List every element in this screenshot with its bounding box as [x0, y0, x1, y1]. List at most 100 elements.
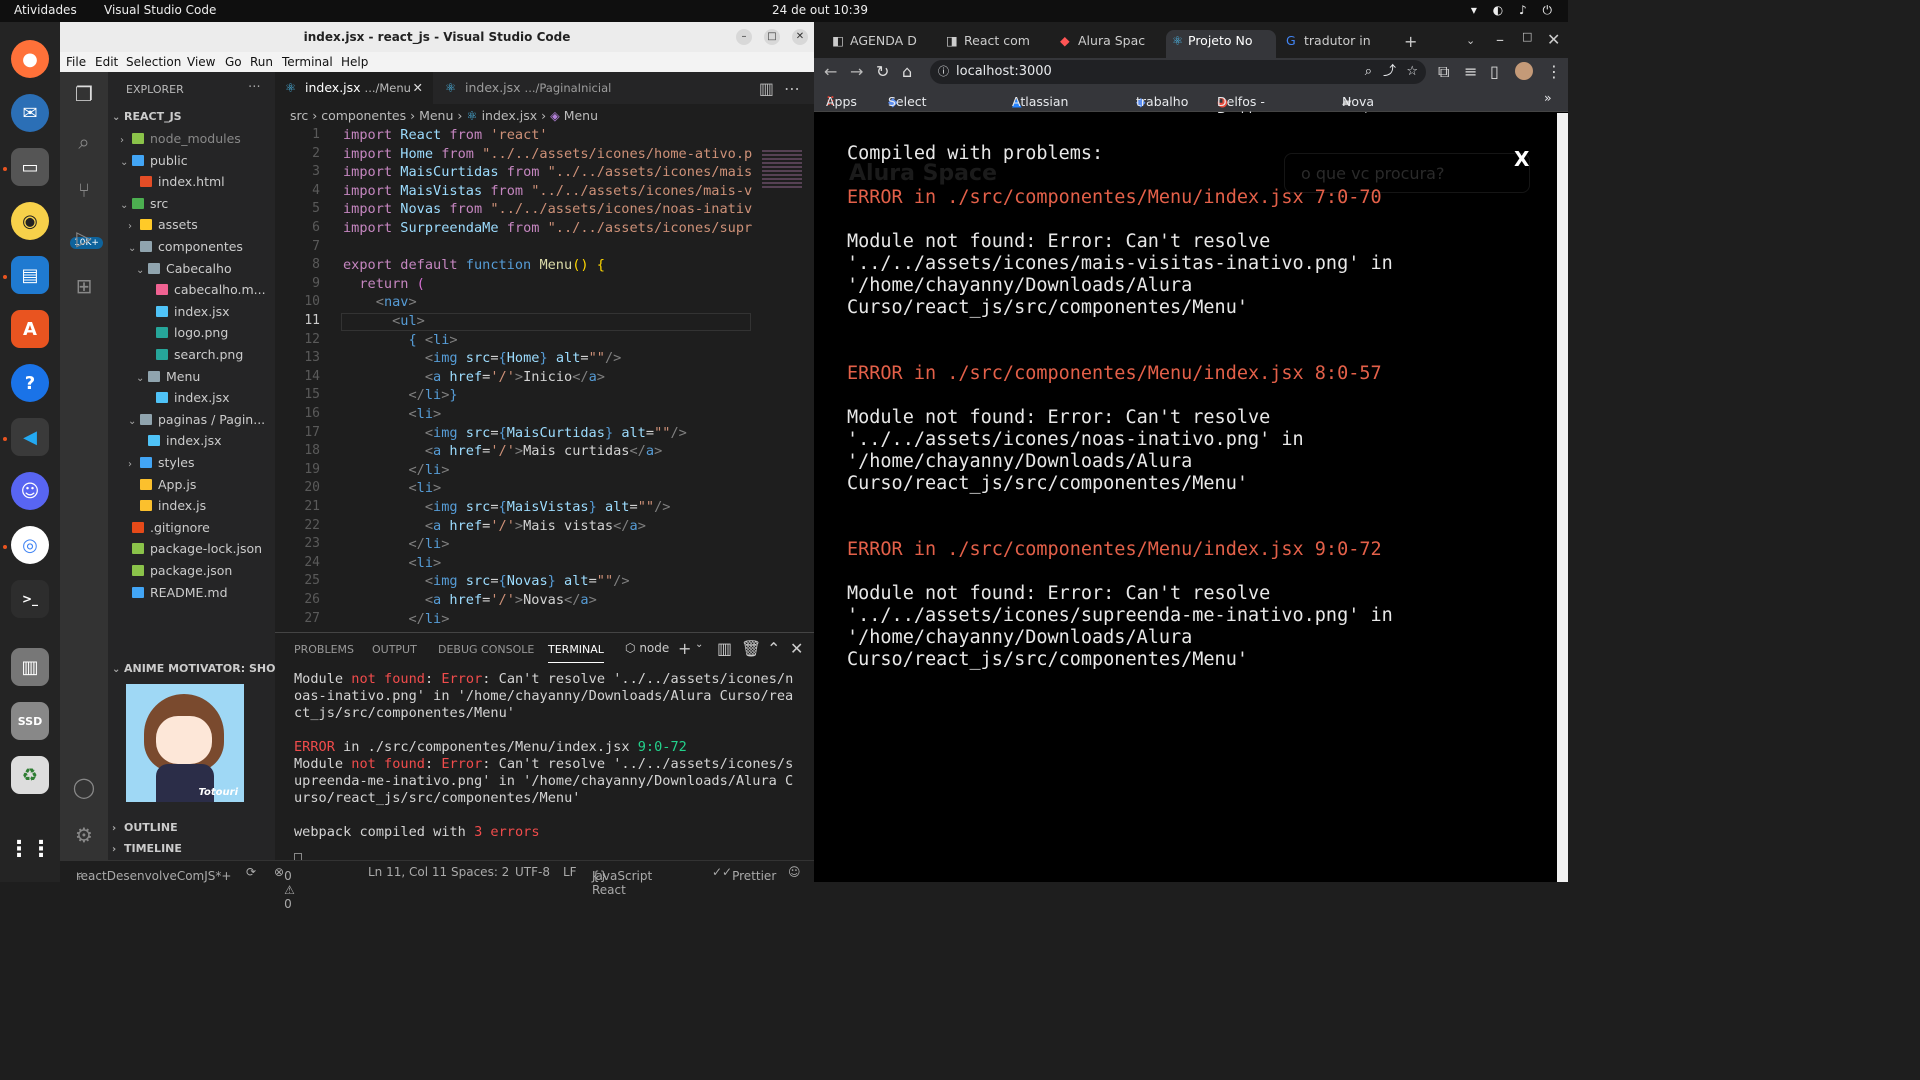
page-scrollbar[interactable]: [1557, 113, 1568, 882]
tree-folder[interactable]: ⌄ paginas / Pagin...: [128, 410, 265, 430]
split-editor-icon[interactable]: ▥: [759, 79, 774, 98]
terminal-shell-selector[interactable]: ⬡ node: [625, 641, 669, 655]
tree-file[interactable]: logo.png: [144, 323, 228, 343]
indentation[interactable]: Spaces: 2: [451, 865, 509, 879]
tree-file[interactable]: index.js: [128, 496, 206, 516]
tree-file[interactable]: README.md: [120, 583, 228, 603]
extensions-icon[interactable]: ⧉: [1438, 62, 1449, 82]
panel-tab-debug-console[interactable]: DEBUG CONSOLE: [438, 643, 534, 656]
tree-file[interactable]: index.html: [128, 172, 225, 192]
split-terminal-icon[interactable]: ▥: [717, 639, 732, 658]
more-bookmarks-icon[interactable]: »: [1544, 90, 1552, 105]
menu-go[interactable]: Go: [225, 55, 242, 69]
system-tray[interactable]: ▾ ◐ ♪ ⏻: [1471, 3, 1558, 18]
tree-file[interactable]: index.jsx: [144, 302, 230, 322]
software-icon[interactable]: A: [11, 310, 49, 348]
close-tab-icon[interactable]: ✕: [413, 72, 423, 104]
breadcrumb-symbol[interactable]: Menu: [564, 108, 598, 123]
close-panel-icon[interactable]: ✕: [790, 639, 803, 658]
account-icon[interactable]: ◯: [72, 775, 96, 799]
feedback-icon[interactable]: ☺: [788, 865, 801, 879]
terminal-icon[interactable]: >_: [11, 580, 49, 618]
run-debug-icon[interactable]: ▷: [72, 226, 96, 250]
breadcrumb-componentes[interactable]: componentes: [321, 108, 406, 123]
new-terminal-icon[interactable]: +: [678, 639, 691, 658]
forward-icon[interactable]: →: [850, 62, 863, 81]
avatar[interactable]: [1515, 62, 1533, 80]
browser-tab-tradutor[interactable]: Gtradutor in: [1282, 30, 1386, 58]
tree-folder[interactable]: ⌄ componentes: [128, 237, 243, 257]
reading-list-icon[interactable]: ≡: [1464, 62, 1477, 81]
browser-tab-agenda[interactable]: ◧ AGENDA D: [828, 30, 932, 58]
side-panel-icon[interactable]: ▯: [1490, 62, 1499, 81]
drive-icon[interactable]: ▥: [11, 648, 49, 686]
thunderbird-icon[interactable]: ✉: [11, 94, 49, 132]
share-icon[interactable]: ⤴: [1383, 60, 1396, 84]
timeline-section[interactable]: › TIMELINE: [112, 839, 182, 859]
reload-icon[interactable]: ↻: [876, 62, 889, 81]
panel-tab-terminal[interactable]: TERMINAL: [548, 643, 604, 663]
trash-icon[interactable]: 🗑: [741, 639, 761, 658]
close-icon[interactable]: ✕: [1547, 30, 1560, 49]
tree-folder[interactable]: ⌄ Menu: [136, 367, 200, 387]
menu-terminal[interactable]: Terminal: [282, 55, 333, 69]
more-actions-icon[interactable]: ⋯: [248, 78, 261, 93]
trash-icon[interactable]: ♻: [11, 756, 49, 794]
close-overlay-button[interactable]: X: [1514, 147, 1529, 171]
panel-tab-output[interactable]: OUTPUT: [372, 643, 417, 656]
tree-folder[interactable]: ⌄ Cabecalho: [136, 259, 232, 279]
active-app-name[interactable]: Visual Studio Code: [104, 3, 216, 17]
maximize-icon[interactable]: □: [764, 29, 780, 45]
tree-file[interactable]: index.jsx: [136, 431, 222, 451]
breadcrumb-file[interactable]: index.jsx: [482, 108, 538, 123]
menu-edit[interactable]: Edit: [95, 55, 118, 69]
tree-file[interactable]: index.jsx: [144, 388, 230, 408]
encoding[interactable]: UTF-8: [515, 865, 550, 879]
tree-folder[interactable]: › node_modules: [120, 129, 241, 149]
menu-file[interactable]: File: [66, 55, 86, 69]
maximize-panel-icon[interactable]: ⌃: [767, 639, 780, 658]
workspace-root[interactable]: ⌄ REACT_JS: [112, 107, 182, 127]
rhythmbox-icon[interactable]: ◉: [11, 202, 49, 240]
activities-button[interactable]: Atividades: [14, 3, 77, 17]
settings-gear-icon[interactable]: ⚙: [72, 823, 96, 847]
zoom-icon[interactable]: ⌕: [1365, 60, 1372, 84]
search-icon[interactable]: ⌕: [72, 130, 96, 154]
firefox-icon[interactable]: ●: [11, 40, 49, 78]
files-icon[interactable]: ▭: [11, 148, 49, 186]
tree-file[interactable]: App.js: [128, 475, 196, 495]
tab-index-menu[interactable]: ⚛ index.jsx .../Menu ✕: [275, 72, 433, 104]
cursor-position[interactable]: Ln 11, Col 11: [368, 865, 447, 879]
tree-file[interactable]: .gitignore: [120, 518, 210, 538]
prettier-status[interactable]: ✓✓ Prettier: [712, 865, 776, 883]
breadcrumb-menu-folder[interactable]: Menu: [419, 108, 453, 123]
menu-run[interactable]: Run: [250, 55, 273, 69]
minimap[interactable]: [762, 150, 802, 190]
minimize-icon[interactable]: –: [1496, 30, 1504, 49]
more-actions-icon[interactable]: ⋯: [784, 79, 800, 98]
chrome-icon[interactable]: ◎: [11, 526, 49, 564]
sync-icon[interactable]: ⟳: [246, 865, 256, 879]
app-grid-icon[interactable]: ⋮⋮: [8, 830, 52, 868]
anime-motivator-header[interactable]: ⌄ ANIME MOTIVATOR: SHOW: [112, 659, 288, 679]
breadcrumb-src[interactable]: src: [290, 108, 308, 123]
browser-tab-projeto[interactable]: ⚛ Projeto No: [1166, 30, 1276, 58]
extensions-icon[interactable]: ⊞: [72, 274, 96, 298]
tab-search-icon[interactable]: ⌄: [1466, 34, 1475, 47]
chrome-menu-icon[interactable]: ⋮: [1546, 62, 1562, 81]
tree-file[interactable]: search.png: [144, 345, 243, 365]
outline-section[interactable]: › OUTLINE: [112, 818, 178, 838]
menu-selection[interactable]: Selection: [126, 55, 181, 69]
tree-file[interactable]: cabecalho.m...: [144, 280, 266, 300]
tree-folder[interactable]: ⌄ public: [120, 151, 188, 171]
help-icon[interactable]: ?: [11, 364, 49, 402]
line-ending[interactable]: LF: [563, 865, 577, 879]
discord-icon[interactable]: ☺: [11, 472, 49, 510]
tab-index-paginainicial[interactable]: ⚛ index.jsx .../PaginaInicial: [435, 72, 615, 104]
back-icon[interactable]: ←: [824, 62, 837, 81]
address-bar[interactable]: ⓘ localhost:3000 ⌕ ⤴ ☆: [930, 60, 1426, 84]
tree-folder[interactable]: › styles: [128, 453, 195, 473]
writer-icon[interactable]: ▤: [11, 256, 49, 294]
chevron-down-icon[interactable]: ⌄: [695, 639, 703, 650]
panel-tab-problems[interactable]: PROBLEMS: [294, 643, 354, 656]
